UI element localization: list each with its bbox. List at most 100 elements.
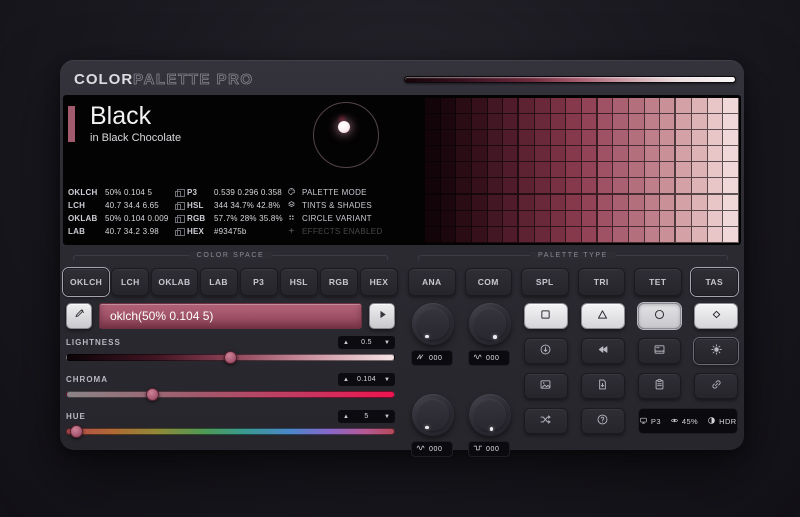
swatch-cell[interactable]: [519, 162, 535, 178]
swatch-cell[interactable]: [551, 211, 567, 227]
swatch-cell[interactable]: [425, 195, 441, 211]
swatch-cell[interactable]: [660, 146, 676, 162]
swatch-cell[interactable]: [582, 130, 598, 146]
swatch-cell[interactable]: [566, 146, 582, 162]
swatch-cell[interactable]: [441, 146, 457, 162]
color-space-button-hsl[interactable]: HSL: [280, 268, 318, 296]
swatch-cell[interactable]: [723, 98, 739, 114]
swatch-cell[interactable]: [692, 195, 708, 211]
swatch-cell[interactable]: [456, 114, 472, 130]
swatch-cell[interactable]: [613, 162, 629, 178]
swatch-cell[interactable]: [535, 114, 551, 130]
pad-shape-triangle[interactable]: [581, 303, 625, 329]
swatch-cell[interactable]: [425, 211, 441, 227]
swatch-cell[interactable]: [629, 98, 645, 114]
swatch-cell[interactable]: [645, 98, 661, 114]
color-space-button-hex[interactable]: HEX: [360, 268, 398, 296]
palette-type-button-spl[interactable]: SPL: [521, 268, 569, 296]
swatch-cell[interactable]: [488, 146, 504, 162]
swatch-cell[interactable]: [425, 114, 441, 130]
swatch-cell[interactable]: [488, 211, 504, 227]
swatch-cell[interactable]: [676, 98, 692, 114]
swatch-cell[interactable]: [582, 146, 598, 162]
color-space-button-rgb[interactable]: RGB: [320, 268, 358, 296]
swatch-cell[interactable]: [613, 195, 629, 211]
swatch-cell[interactable]: [519, 178, 535, 195]
swatch-cell[interactable]: [456, 146, 472, 162]
palette-type-button-ana[interactable]: ANA: [408, 268, 456, 296]
mode-effects-enabled[interactable]: EFFECTS ENABLED: [287, 225, 383, 238]
swatch-cell[interactable]: [441, 130, 457, 146]
swatch-cell[interactable]: [708, 211, 724, 227]
swatch-cell[interactable]: [598, 227, 614, 243]
swatch-cell[interactable]: [660, 130, 676, 146]
swatch-cell[interactable]: [660, 227, 676, 243]
swatch-cell[interactable]: [692, 114, 708, 130]
pad-clipboard[interactable]: [638, 373, 682, 399]
color-space-button-lch[interactable]: LCH: [111, 268, 149, 296]
palette-type-button-tas[interactable]: TAS: [691, 268, 739, 296]
swatch-cell[interactable]: [708, 114, 724, 130]
swatch-cell[interactable]: [441, 227, 457, 243]
hue-track[interactable]: [66, 428, 395, 435]
swatch-cell[interactable]: [566, 114, 582, 130]
color-space-button-oklch[interactable]: OKLCH: [63, 268, 109, 296]
swatch-cell[interactable]: [425, 146, 441, 162]
swatch-cell[interactable]: [551, 195, 567, 211]
knob-1[interactable]: [412, 303, 454, 345]
mode-palette-mode[interactable]: PALETTE MODE: [287, 186, 383, 199]
swatch-cell[interactable]: [472, 98, 488, 114]
swatch-cell[interactable]: [535, 227, 551, 243]
copy-icon[interactable]: [175, 204, 181, 210]
knob-3[interactable]: [412, 394, 454, 436]
pad-shape-circle[interactable]: [638, 303, 682, 329]
swatch-cell[interactable]: [629, 146, 645, 162]
swatch-cell[interactable]: [598, 130, 614, 146]
swatch-cell[interactable]: [566, 162, 582, 178]
swatch-cell[interactable]: [566, 195, 582, 211]
swatch-cell[interactable]: [503, 227, 519, 243]
swatch-cell[interactable]: [441, 178, 457, 195]
swatch-cell[interactable]: [425, 130, 441, 146]
swatch-cell[interactable]: [723, 227, 739, 243]
swatch-cell[interactable]: [503, 130, 519, 146]
swatch-cell[interactable]: [598, 178, 614, 195]
swatch-cell[interactable]: [551, 178, 567, 195]
swatch-cell[interactable]: [535, 130, 551, 146]
swatch-cell[interactable]: [598, 162, 614, 178]
swatch-cell[interactable]: [472, 130, 488, 146]
swatch-cell[interactable]: [582, 178, 598, 195]
pad-shape-square[interactable]: [524, 303, 568, 329]
stepper-down-icon[interactable]: ▼: [384, 414, 390, 420]
swatch-cell[interactable]: [472, 195, 488, 211]
swatch-cell[interactable]: [692, 130, 708, 146]
swatch-cell[interactable]: [535, 98, 551, 114]
swatch-cell[interactable]: [598, 211, 614, 227]
apply-button[interactable]: [369, 303, 395, 329]
swatch-cell[interactable]: [645, 130, 661, 146]
palette-type-button-tet[interactable]: TET: [634, 268, 682, 296]
color-wheel[interactable]: [313, 102, 379, 168]
swatch-cell[interactable]: [551, 130, 567, 146]
lightness-handle[interactable]: [224, 351, 237, 364]
swatch-cell[interactable]: [582, 227, 598, 243]
swatch-cell[interactable]: [692, 227, 708, 243]
pad-image-export[interactable]: [524, 373, 568, 399]
swatch-cell[interactable]: [645, 195, 661, 211]
swatch-cell[interactable]: [441, 114, 457, 130]
swatch-cell[interactable]: [441, 162, 457, 178]
chroma-handle[interactable]: [146, 388, 159, 401]
swatch-cell[interactable]: [566, 130, 582, 146]
swatch-cell[interactable]: [598, 114, 614, 130]
swatch-cell[interactable]: [629, 130, 645, 146]
swatch-cell[interactable]: [551, 146, 567, 162]
swatch-cell[interactable]: [660, 114, 676, 130]
swatch-cell[interactable]: [566, 211, 582, 227]
swatch-cell[interactable]: [629, 227, 645, 243]
swatch-cell[interactable]: [676, 211, 692, 227]
copy-icon[interactable]: [175, 217, 181, 223]
swatch-cell[interactable]: [456, 227, 472, 243]
swatch-cell[interactable]: [613, 130, 629, 146]
swatch-cell[interactable]: [425, 98, 441, 114]
swatch-cell[interactable]: [613, 146, 629, 162]
